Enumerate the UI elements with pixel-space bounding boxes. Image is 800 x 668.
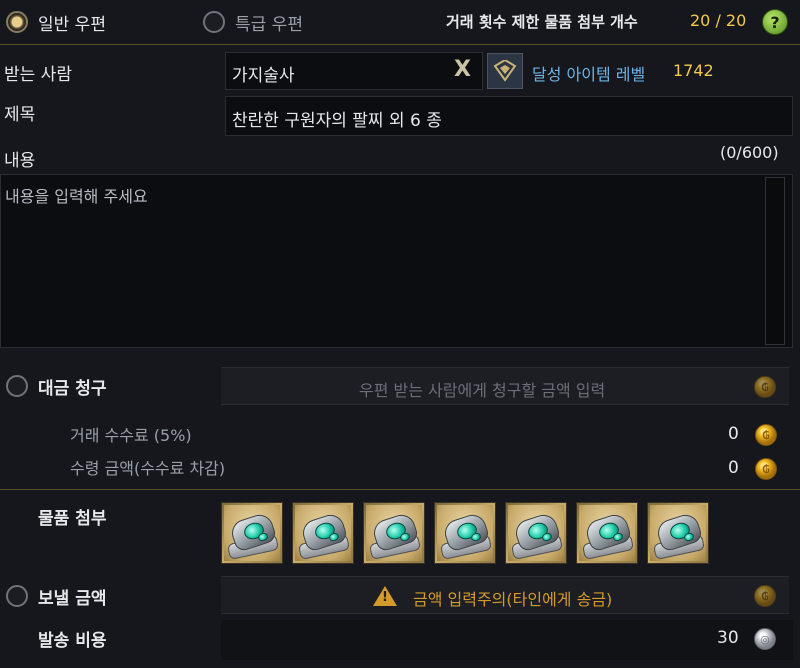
content-label: 내용	[4, 151, 36, 171]
gold-coin-icon: ₲	[755, 458, 777, 480]
subject-label: 제목	[4, 105, 36, 125]
subject-input[interactable]: 찬란한 구원자의 팔찌 외 6 종	[225, 96, 793, 136]
express-mail-label[interactable]: 특급 우편	[235, 10, 303, 35]
fee-value: 0	[728, 424, 739, 444]
content-counter: (0/600)	[720, 143, 779, 162]
send-gold-label[interactable]: 보낼 금액	[38, 584, 106, 609]
attachment-slot[interactable]	[505, 502, 567, 564]
cod-radio[interactable]	[6, 375, 28, 397]
limit-label: 거래 횟수 제한 물품 첨부 개수	[446, 13, 638, 31]
clear-icon[interactable]: X	[454, 57, 471, 82]
send-gold-warning: 금액 입력주의(타인에게 송금)	[413, 590, 613, 609]
send-gold-input[interactable]: 금액 입력주의(타인에게 송금) ₲	[221, 576, 789, 614]
recipient-label: 받는 사람	[4, 65, 72, 85]
attachment-slot[interactable]	[434, 502, 496, 564]
normal-mail-radio[interactable]	[6, 11, 28, 33]
bracelet-item-icon	[650, 505, 706, 561]
level-label: 달성 아이템 레벨	[532, 65, 646, 84]
gold-coin-icon: ₲	[754, 585, 776, 607]
limit-value: 20 / 20	[690, 11, 747, 30]
attachments-label: 물품 첨부	[38, 509, 107, 529]
gold-coin-icon: ₲	[754, 376, 776, 398]
attachment-slots	[221, 502, 709, 564]
section-divider	[0, 489, 800, 490]
bracelet-item-icon	[508, 505, 564, 561]
shipping-value: 30	[717, 628, 739, 648]
bracelet-item-icon	[366, 505, 422, 561]
recipient-input[interactable]: 가지술사 X	[225, 52, 483, 90]
attachment-slot[interactable]	[647, 502, 709, 564]
shipping-cost-box: 30 ◎	[221, 620, 793, 660]
content-scrollbar[interactable]	[765, 177, 785, 345]
bracelet-item-icon	[437, 505, 493, 561]
receive-value: 0	[728, 458, 739, 478]
cod-placeholder: 우편 받는 사람에게 청구할 금액 입력	[359, 381, 606, 400]
bracelet-item-icon	[295, 505, 351, 561]
send-gold-radio[interactable]	[6, 585, 28, 607]
fee-label: 거래 수수료 (5%)	[70, 426, 192, 445]
attachment-slot[interactable]	[363, 502, 425, 564]
content-textarea[interactable]: 내용을 입력해 주세요	[0, 174, 793, 348]
help-icon[interactable]: ?	[762, 9, 788, 35]
item-level-icon[interactable]	[487, 53, 523, 89]
cod-amount-input[interactable]: 우편 받는 사람에게 청구할 금액 입력 ₲	[221, 367, 789, 405]
silver-coin-icon: ◎	[754, 628, 776, 650]
recipient-value: 가지술사	[232, 66, 295, 86]
gold-coin-icon: ₲	[755, 424, 777, 446]
shipping-label: 발송 비용	[38, 631, 107, 651]
bracelet-item-icon	[224, 505, 280, 561]
warning-icon	[373, 586, 397, 606]
normal-mail-label[interactable]: 일반 우편	[38, 10, 106, 35]
receive-label: 수령 금액(수수료 차감)	[70, 459, 226, 478]
attachment-slot[interactable]	[576, 502, 638, 564]
subject-value: 찬란한 구원자의 팔찌 외 6 종	[232, 111, 442, 131]
level-value: 1742	[673, 61, 714, 80]
header-divider	[0, 44, 800, 45]
express-mail-radio[interactable]	[203, 11, 225, 33]
bracelet-item-icon	[579, 505, 635, 561]
content-placeholder: 내용을 입력해 주세요	[5, 187, 148, 206]
cod-label[interactable]: 대금 청구	[38, 374, 106, 399]
attachment-slot[interactable]	[221, 502, 283, 564]
attachment-slot[interactable]	[292, 502, 354, 564]
